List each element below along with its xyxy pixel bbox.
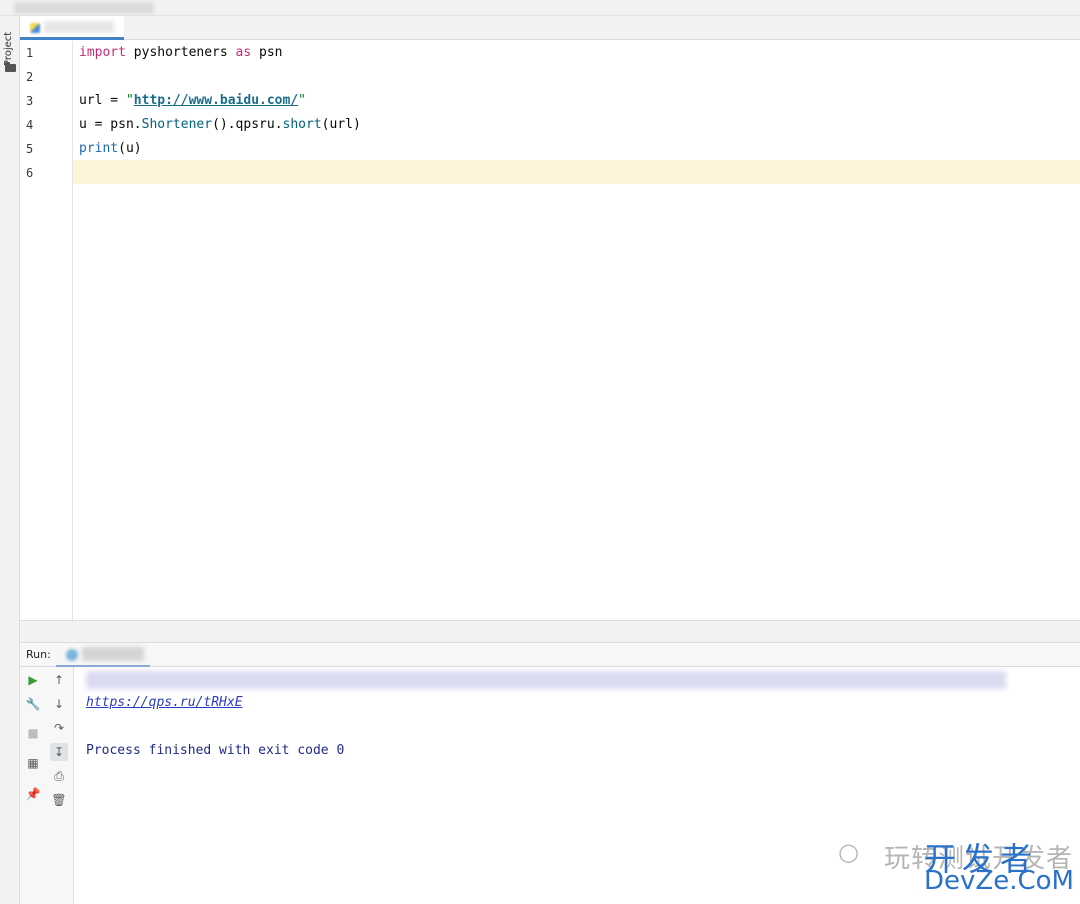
editor-tab-bar [20, 16, 1080, 40]
code-line[interactable]: import pyshorteners as psn [79, 41, 283, 65]
run-config-tab[interactable] [56, 643, 150, 667]
run-config-name-blurred [82, 647, 144, 661]
watermark-brand-en: DevZe.CoM [924, 866, 1074, 896]
down-arrow-icon[interactable]: ↓ [50, 695, 68, 713]
wechat-icon: ○ [838, 838, 859, 866]
project-tool-button[interactable]: Project [3, 26, 14, 66]
line-number: 2 [26, 70, 34, 84]
code-line[interactable]: u = psn.Shortener().qpsru.short(url) [79, 113, 361, 137]
code-token: u = psn. [79, 117, 142, 132]
run-panel-header: Run: [20, 642, 1080, 667]
rerun-icon[interactable]: ▶ [24, 671, 42, 689]
code-token: pyshorteners [125, 45, 236, 60]
code-token: print [79, 141, 119, 156]
run-toolbar: ▶ ↑ 🔧 ↓ ■ ↷ ↧ ▦ ⎙ 📌 🗑 [20, 667, 74, 904]
code-token: (url) [321, 117, 361, 132]
line-number: 5 [26, 142, 34, 156]
line-number: 3 [26, 94, 34, 108]
code-editor[interactable]: 1 import pyshorteners as psn 2 3 url = "http… [20, 41, 1080, 620]
code-token: import [79, 45, 126, 60]
panel-splitter[interactable] [20, 620, 1080, 642]
line-number: 1 [26, 46, 34, 60]
code-token: = [102, 93, 126, 108]
code-token: short [282, 117, 322, 132]
editor-tab-active[interactable] [20, 16, 124, 40]
current-line-highlight [20, 160, 1080, 184]
code-token: url [79, 93, 103, 108]
folder-icon[interactable] [5, 62, 16, 72]
code-token: ().qpsru. [212, 117, 283, 132]
console-command-blurred [86, 671, 1006, 689]
title-bar-blurred [14, 2, 154, 14]
code-token: " [125, 93, 134, 108]
code-token: (u) [118, 141, 142, 156]
run-label: Run: [26, 648, 51, 661]
layout-icon[interactable]: ▦ [24, 754, 42, 772]
wrench-icon[interactable]: 🔧 [24, 695, 42, 713]
scroll-to-end-icon[interactable]: ↧ [50, 743, 68, 761]
soft-wrap-icon[interactable]: ↷ [50, 719, 68, 737]
pin-icon[interactable]: 📌 [24, 785, 42, 803]
code-token: psn [251, 45, 283, 60]
title-bar [0, 0, 1080, 16]
trash-icon[interactable]: 🗑 [50, 791, 68, 809]
python-file-icon [30, 23, 40, 33]
code-token: as [235, 45, 252, 60]
code-token: " [298, 93, 306, 108]
left-tool-strip: Project [0, 16, 20, 904]
line-number: 4 [26, 118, 34, 132]
console-output-link[interactable]: https://qps.ru/tRHxE [86, 693, 243, 713]
console-exit-message: Process finished with exit code 0 [86, 743, 345, 758]
code-line[interactable]: url = "http://www.baidu.com/" [79, 89, 306, 113]
code-token: Shortener [141, 117, 213, 132]
stop-icon[interactable]: ■ [24, 724, 42, 742]
up-arrow-icon[interactable]: ↑ [50, 671, 68, 689]
code-line[interactable]: print(u) [79, 137, 142, 161]
line-number: 6 [26, 166, 34, 180]
python-run-icon [66, 649, 78, 661]
code-token: http://www.baidu.com/ [133, 93, 299, 108]
print-icon[interactable]: ⎙ [50, 767, 68, 785]
tab-label-blurred [44, 21, 114, 33]
